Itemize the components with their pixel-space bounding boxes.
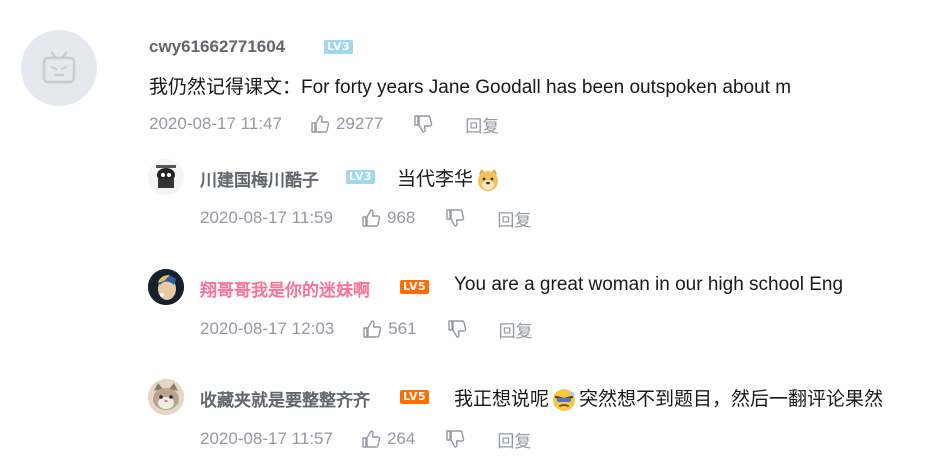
reply-text-part: 我正想说呢 [454,389,550,410]
like-button[interactable]: 561 [362,319,417,339]
username[interactable]: 翔哥哥我是你的迷妹啊 [200,276,370,301]
thumbs-down-icon [446,209,465,227]
avatar-image [148,379,184,415]
username[interactable]: 川建国梅川酷子 [200,166,319,191]
dislike-button[interactable] [445,208,465,228]
comment-text: You are a great woman in our high school… [454,274,844,295]
like-count: 561 [388,319,417,338]
thumbs-up-icon [311,115,330,133]
comment-info: 2020-08-17 11:59 968 回复 [200,206,531,231]
thumbs-down-icon [447,320,466,338]
like-count: 264 [386,429,416,448]
comment-info: 2020-08-17 11:47 29277 回复 [149,112,499,137]
username[interactable]: 收藏夹就是要整整齐齐 [200,386,370,411]
thumbs-up-icon [363,320,382,338]
avatar[interactable] [21,30,97,106]
level-badge: LV5 [400,390,430,404]
comment-text: 我正想说呢 突然想不到题目，然后一翻评论果然 [454,384,883,413]
avatar[interactable] [148,269,184,305]
reply-button[interactable]: 回复 [497,206,531,231]
reply-button[interactable]: 回复 [497,427,531,452]
doge-emoji-icon [478,168,499,191]
reply-button[interactable]: 回复 [499,317,533,342]
like-count: 968 [386,208,416,227]
avatar-image [148,159,184,195]
tv-placeholder-icon [42,51,76,84]
like-button[interactable]: 264 [361,429,415,449]
level-badge: LV5 [400,280,430,294]
awkward-face-emoji-icon [553,388,576,411]
dislike-button[interactable] [445,429,465,449]
reply-text: 当代李华 [397,169,474,190]
comment-info: 2020-08-17 12:03 561 回复 [200,317,533,342]
level-badge: LV3 [324,40,354,54]
dislike-button[interactable] [447,319,467,339]
comment-time: 2020-08-17 11:47 [149,114,282,133]
thumbs-up-icon [362,430,381,448]
comment-text: 我仍然记得课文：For forty years Jane Goodall has… [149,77,792,98]
like-button[interactable]: 968 [361,208,415,228]
comment-time: 2020-08-17 11:57 [200,429,333,448]
reply-text-part: 突然想不到题目，然后一翻评论果然 [579,389,884,410]
username[interactable]: cwy61662771604 [149,37,285,57]
thumbs-down-icon [414,115,433,133]
thumbs-down-icon [446,430,465,448]
like-count: 29277 [335,114,384,133]
comment-thread: cwy61662771604 LV3 我仍然记得课文：For forty yea… [0,0,928,462]
like-button[interactable]: 29277 [310,114,383,134]
comment-text: 当代李华 [397,164,503,193]
comment-info: 2020-08-17 11:57 264 回复 [200,427,531,452]
comment-time: 2020-08-17 11:59 [200,208,333,227]
avatar[interactable] [148,379,184,415]
reply-button[interactable]: 回复 [465,112,499,137]
comment-time: 2020-08-17 12:03 [200,319,335,338]
avatar[interactable] [148,159,184,195]
level-badge: LV3 [346,170,376,184]
thumbs-up-icon [362,209,381,227]
dislike-button[interactable] [413,114,433,134]
avatar-image [148,269,184,305]
